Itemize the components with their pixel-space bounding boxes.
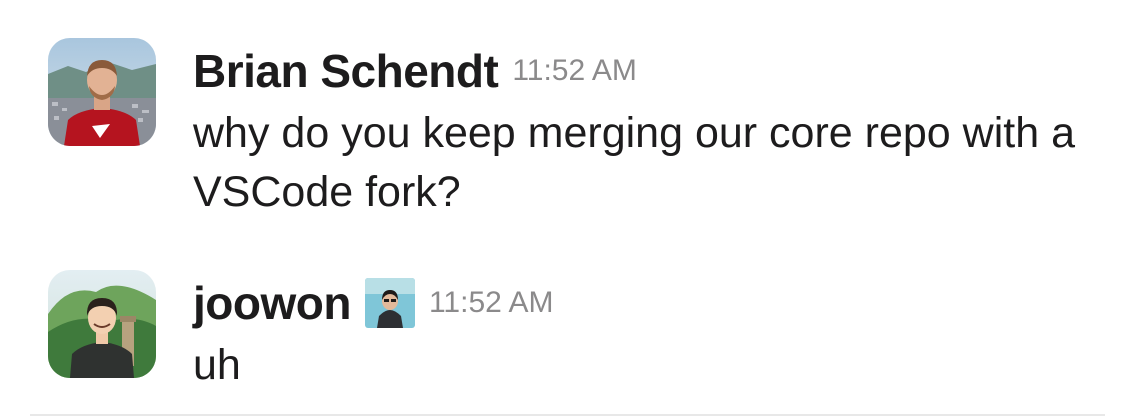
message-timestamp[interactable]: 11:52 AM bbox=[429, 286, 554, 320]
message-text: why do you keep merging our core repo wi… bbox=[193, 109, 1075, 216]
message-author[interactable]: joowon bbox=[193, 276, 351, 330]
user-avatar-photo-icon[interactable] bbox=[48, 38, 156, 146]
message-author[interactable]: Brian Schendt bbox=[193, 44, 499, 98]
message-text: uh bbox=[193, 341, 241, 389]
message-timestamp[interactable]: 11:52 AM bbox=[512, 54, 637, 88]
custom-status-emoji-icon[interactable] bbox=[364, 278, 415, 328]
divider bbox=[30, 414, 1105, 416]
user-avatar-illustration-icon[interactable] bbox=[48, 270, 156, 378]
